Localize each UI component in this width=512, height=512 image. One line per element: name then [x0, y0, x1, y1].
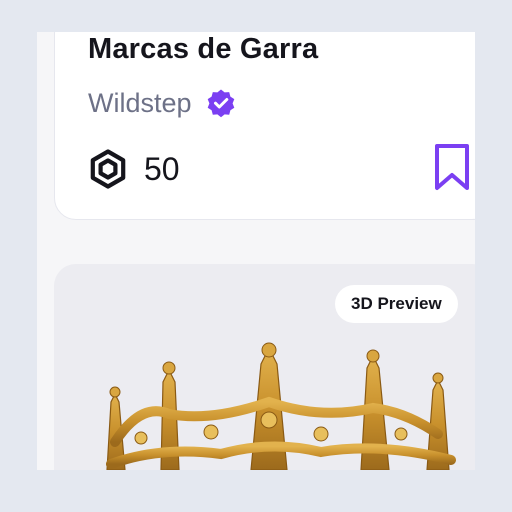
3d-preview-badge[interactable]: 3D Preview [335, 285, 458, 323]
price-value: 50 [144, 150, 180, 187]
bookmark-icon[interactable] [432, 142, 472, 192]
creator-row[interactable]: Wildstep [88, 86, 236, 120]
crown-image [106, 342, 456, 470]
creator-name[interactable]: Wildstep [88, 88, 192, 119]
robux-icon [90, 149, 126, 189]
item-title: Marcas de Garra [88, 33, 319, 65]
price-row: 50 [88, 147, 180, 191]
app-viewport: Marcas de Garra Wildstep 50 3D Preview [37, 32, 475, 470]
verified-badge-icon [207, 89, 234, 118]
